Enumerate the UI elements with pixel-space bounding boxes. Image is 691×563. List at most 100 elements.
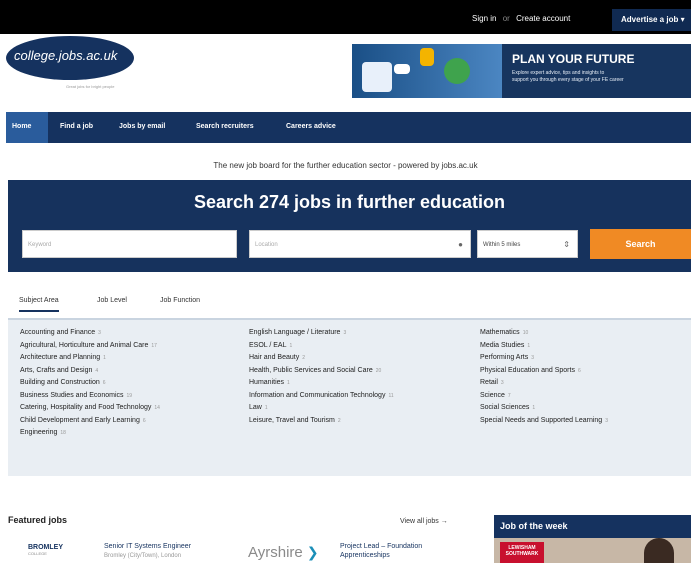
category-name: Child Development and Early Learning xyxy=(20,416,140,424)
category-count: 1 xyxy=(532,405,536,411)
category-count: 11 xyxy=(388,392,394,399)
banner-subtitle-line-1: Explore expert advice, tips and insights… xyxy=(512,70,605,76)
nav-find-a-job[interactable]: Find a job xyxy=(60,112,93,143)
category-count: 17 xyxy=(151,342,157,349)
category-name: Agricultural, Horticulture and Animal Ca… xyxy=(20,341,149,349)
tab-job-level[interactable]: Job Level xyxy=(97,297,127,304)
search-panel: Search 274 jobs in further education Key… xyxy=(8,180,691,272)
job-title-line-2: Apprenticeships xyxy=(340,552,390,559)
category-name: Accounting and Finance xyxy=(20,329,96,336)
category-name: Performing Arts xyxy=(480,354,529,361)
employer-logo-name: Ayrshire xyxy=(248,544,303,561)
category-name: Hair and Beauty xyxy=(249,354,300,361)
employer-logo-name: BROMLEY xyxy=(28,544,63,551)
category-name: Media Studies xyxy=(480,341,525,349)
nav-search-recruiters[interactable]: Search recruiters xyxy=(196,112,254,143)
category-count: 3 xyxy=(605,417,608,424)
category-count: 4 xyxy=(95,367,99,374)
category-count: 3 xyxy=(500,380,504,386)
category-count: 3 xyxy=(98,330,101,336)
site-logo[interactable]: college.jobs.ac.uk xyxy=(6,36,134,80)
category-name: English Language / Literature xyxy=(249,329,341,336)
category-link[interactable]: Performing Arts 3 xyxy=(480,352,608,365)
category-link[interactable]: Leisure, Travel and Tourism 2 xyxy=(249,415,394,428)
keyword-input[interactable]: Keyword xyxy=(22,230,237,258)
category-column-3: Mathematics 10 Media Studies 1 Performing … xyxy=(480,327,608,427)
category-count: 19 xyxy=(126,392,133,399)
banner-illustration xyxy=(352,44,502,98)
logo-tagline: Great jobs for bright people xyxy=(66,84,115,89)
category-count: 14 xyxy=(154,405,160,411)
category-link[interactable]: Architecture and Planning 1 xyxy=(20,352,160,365)
category-link[interactable]: Humanities 1 xyxy=(249,377,394,390)
category-count: 7 xyxy=(507,392,511,399)
category-link[interactable]: Catering, Hospitality and Food Technolog… xyxy=(20,402,160,415)
category-link[interactable]: Health, Public Services and Social Care 2… xyxy=(249,365,394,378)
category-link[interactable]: Special Needs and Supported Learning 3 xyxy=(480,415,608,428)
employer-logo-bromley[interactable]: BROMLEY COLLEGE xyxy=(28,544,63,556)
envelope-icon xyxy=(394,64,410,74)
category-link[interactable]: Agricultural, Horticulture and Animal Ca… xyxy=(20,340,160,353)
promo-banner[interactable]: PLAN YOUR FUTURE Explore expert advice, … xyxy=(352,44,691,98)
employer-logo-sub: COLLEGE xyxy=(28,551,47,556)
category-link[interactable]: Media Studies 1 xyxy=(480,340,608,353)
advertise-job-button[interactable]: Advertise a job ▾ xyxy=(612,9,691,31)
tab-subject-area[interactable]: Subject Area xyxy=(19,297,59,312)
category-link[interactable]: Social Sciences 1 xyxy=(480,402,608,415)
category-name: Business Studies and Economics xyxy=(20,391,124,399)
sign-in-link[interactable]: Sign in xyxy=(472,14,496,23)
job-of-the-week-image[interactable]: LEWISHAM SOUTHWARK xyxy=(494,538,691,563)
subject-categories: Accounting and Finance 3 Agricultural, Ho… xyxy=(8,318,691,476)
category-link[interactable]: Law 1 xyxy=(249,402,394,415)
category-link[interactable]: Retail 3 xyxy=(480,377,608,390)
distance-select[interactable]: Within 5 miles ⇕ xyxy=(477,230,578,258)
category-name: Humanities xyxy=(249,379,285,386)
category-link[interactable]: Child Development and Early Learning 6 xyxy=(20,415,160,428)
category-name: Mathematics xyxy=(480,329,520,336)
category-link[interactable]: Information and Communication Technology… xyxy=(249,390,394,403)
nav-careers-advice[interactable]: Careers advice xyxy=(286,112,336,143)
search-button[interactable]: Search xyxy=(590,229,691,259)
main-nav: Home Find a job Jobs by email Search rec… xyxy=(6,112,691,143)
category-link[interactable]: Science 7 xyxy=(480,390,608,403)
globe-icon xyxy=(444,58,470,84)
category-name: Social Sciences xyxy=(480,404,530,411)
category-name: Arts, Crafts and Design xyxy=(20,366,93,374)
account-links: Sign in or Create account xyxy=(472,14,574,23)
category-link[interactable]: Accounting and Finance 3 xyxy=(20,327,160,340)
category-link[interactable]: Business Studies and Economics 19 xyxy=(20,390,160,403)
create-account-link[interactable]: Create account xyxy=(516,14,570,23)
category-name: Architecture and Planning xyxy=(20,354,101,361)
category-link[interactable]: Hair and Beauty 2 xyxy=(249,352,394,365)
category-link[interactable]: English Language / Literature 3 xyxy=(249,327,394,340)
employer-logo-lewisham: LEWISHAM SOUTHWARK xyxy=(500,542,544,563)
category-count: 2 xyxy=(337,417,341,424)
category-name: Catering, Hospitality and Food Technolog… xyxy=(20,404,152,411)
category-count: 1 xyxy=(527,342,531,349)
category-link[interactable]: Arts, Crafts and Design 4 xyxy=(20,365,160,378)
nav-home[interactable]: Home xyxy=(6,112,48,143)
job-title-line-1: Project Lead – Foundation xyxy=(340,543,423,550)
job-title-link[interactable]: Senior IT Systems Engineer xyxy=(104,542,191,551)
category-link[interactable]: ESOL / EAL 1 xyxy=(249,340,394,353)
category-name: Engineering xyxy=(20,429,58,436)
location-input[interactable]: Location ● xyxy=(249,230,471,258)
view-all-jobs-link[interactable]: View all jobs → xyxy=(400,518,448,525)
nav-jobs-by-email[interactable]: Jobs by email xyxy=(119,112,165,143)
tab-job-function[interactable]: Job Function xyxy=(160,297,200,304)
category-link[interactable]: Building and Construction 6 xyxy=(20,377,160,390)
employer-logo-ayrshire[interactable]: Ayrshire ❯ xyxy=(248,544,319,561)
chevron-down-icon: ▾ xyxy=(680,15,685,24)
category-link[interactable]: Engineering 18 xyxy=(20,427,160,440)
category-link[interactable]: Physical Education and Sports 6 xyxy=(480,365,608,378)
category-name: Information and Communication Technology xyxy=(249,391,386,399)
search-title: Search 274 jobs in further education xyxy=(193,192,506,212)
category-name: Health, Public Services and Social Care xyxy=(249,366,373,374)
job-title-link[interactable]: Project Lead – Foundation Apprenticeship… xyxy=(340,542,422,560)
category-count: 6 xyxy=(102,380,106,386)
category-count: 1 xyxy=(289,342,293,349)
featured-jobs-heading: Featured jobs xyxy=(8,515,68,525)
document-icon xyxy=(362,62,392,92)
category-link[interactable]: Mathematics 10 xyxy=(480,327,608,340)
category-name: Law xyxy=(249,404,262,411)
